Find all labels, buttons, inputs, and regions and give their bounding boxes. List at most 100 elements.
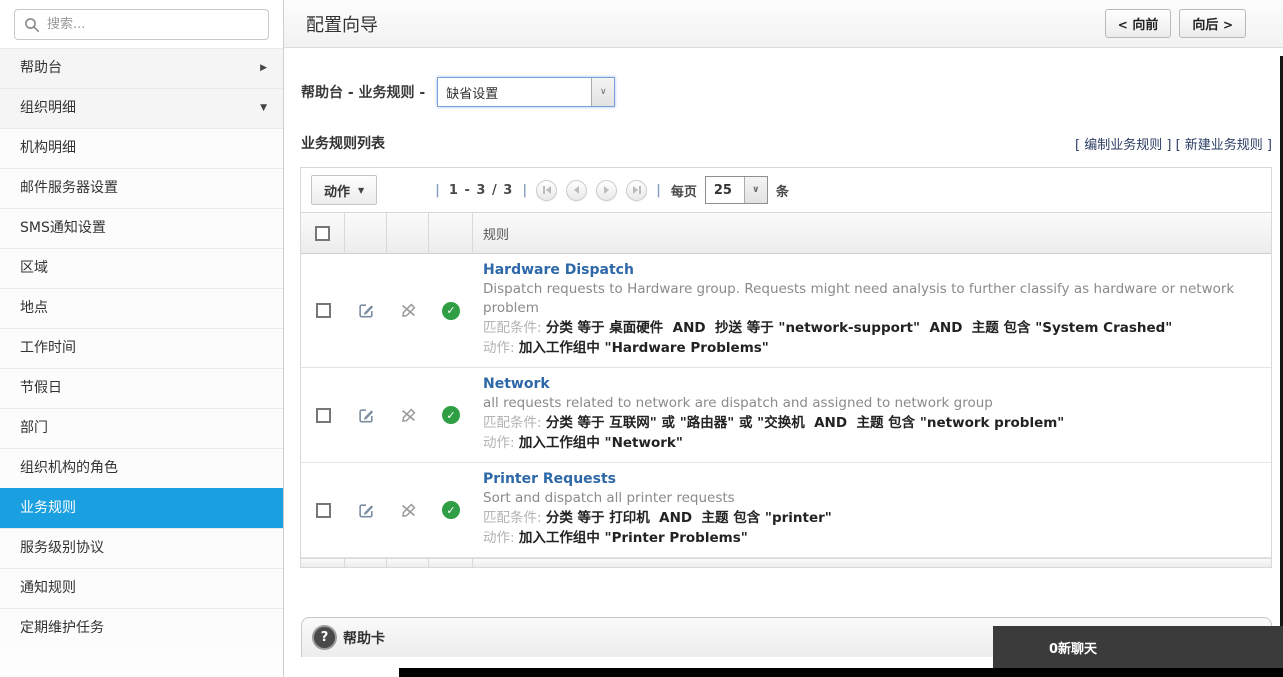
match-criteria: 分类 等于 桌面硬件 AND 抄送 等于 "network-support" A… bbox=[546, 320, 1172, 336]
disable-rule-icon[interactable] bbox=[400, 502, 417, 519]
sidebar-item-holidays[interactable]: 节假日 bbox=[0, 368, 283, 408]
last-page-icon[interactable] bbox=[626, 180, 647, 201]
sidebar-search-area bbox=[0, 0, 283, 48]
search-icon bbox=[24, 17, 40, 33]
chevron-right-icon: ▶ bbox=[260, 49, 267, 88]
rule-column-header: 规则 bbox=[473, 212, 1271, 254]
match-label: 匹配条件: bbox=[483, 510, 542, 526]
row-checkbox[interactable] bbox=[316, 303, 331, 318]
sidebar-nav: 帮助台 ▶ 组织明细 ▼ 机构明细 邮件服务器设置 SMS通知设置 区域 地点 … bbox=[0, 48, 283, 648]
page-title: 配置向导 bbox=[306, 11, 378, 37]
disable-rule-icon[interactable] bbox=[400, 407, 417, 424]
sidebar-item-region[interactable]: 区域 bbox=[0, 248, 283, 288]
chevron-down-icon: ▼ bbox=[260, 89, 267, 128]
help-card-title: 帮助卡 bbox=[343, 628, 385, 648]
breadcrumb-path: 帮助台 - 业务规则 - bbox=[301, 82, 425, 102]
chevron-left-icon: < bbox=[1118, 18, 1128, 32]
sidebar-item-sla[interactable]: 服务级别协议 bbox=[0, 528, 283, 568]
chat-bar[interactable]: 0新聊天 bbox=[993, 626, 1283, 668]
sidebar-item-org-roles[interactable]: 组织机构的角色 bbox=[0, 448, 283, 488]
rule-description: all requests related to network are disp… bbox=[483, 394, 1261, 413]
next-page-icon[interactable] bbox=[596, 180, 617, 201]
row-checkbox[interactable] bbox=[316, 503, 331, 518]
bottom-black-bar bbox=[399, 668, 1283, 677]
table-row: ✓ Printer Requests Sort and dispatch all… bbox=[301, 463, 1271, 558]
sidebar-item-preventive-maintenance[interactable]: 定期维护任务 bbox=[0, 608, 283, 648]
settings-sidebar: 帮助台 ▶ 组织明细 ▼ 机构明细 邮件服务器设置 SMS通知设置 区域 地点 … bbox=[0, 0, 284, 677]
match-criteria: 分类 等于 互联网" 或 "路由器" 或 "交换机 AND 主题 包含 "net… bbox=[546, 415, 1064, 431]
edit-rule-icon[interactable] bbox=[358, 302, 375, 319]
rule-action: 加入工作组中 "Network" bbox=[519, 435, 683, 451]
sidebar-item-helpdesk[interactable]: 帮助台 ▶ bbox=[0, 48, 283, 88]
sidebar-item-mail-server[interactable]: 邮件服务器设置 bbox=[0, 168, 283, 208]
per-page-unit: 条 bbox=[776, 181, 789, 200]
per-page-control: 每页 25 ∨ 条 bbox=[671, 176, 789, 204]
sidebar-item-sms-settings[interactable]: SMS通知设置 bbox=[0, 208, 283, 248]
back-button[interactable]: < 向前 bbox=[1105, 9, 1172, 38]
list-section-header: 业务规则列表 [ 编制业务规则 ] [ 新建业务规则 ] bbox=[301, 133, 1272, 153]
chevron-right-icon: > bbox=[1223, 18, 1233, 32]
sidebar-item-site[interactable]: 地点 bbox=[0, 288, 283, 328]
previous-page-icon[interactable] bbox=[566, 180, 587, 201]
edit-rule-icon[interactable] bbox=[358, 502, 375, 519]
disable-rule-icon[interactable] bbox=[400, 302, 417, 319]
action-label: 动作: bbox=[483, 530, 515, 546]
search-input[interactable] bbox=[15, 10, 268, 39]
rule-title-link[interactable]: Printer Requests bbox=[483, 471, 616, 487]
list-links: [ 编制业务规则 ] [ 新建业务规则 ] bbox=[1075, 134, 1272, 153]
rule-action: 加入工作组中 "Hardware Problems" bbox=[519, 340, 769, 356]
page-range: 1 - 3 / 3 bbox=[449, 183, 513, 198]
table-footer-strip bbox=[301, 558, 1271, 567]
content-area: 帮助台 - 业务规则 - 缺省设置 ∨ 业务规则列表 [ 编制业务规则 ] [ … bbox=[284, 77, 1283, 657]
forward-button[interactable]: 向后 > bbox=[1179, 9, 1246, 38]
match-label: 匹配条件: bbox=[483, 320, 542, 336]
match-label: 匹配条件: bbox=[483, 415, 542, 431]
sidebar-item-notification-rules[interactable]: 通知规则 bbox=[0, 568, 283, 608]
app-window: 帮助台 ▶ 组织明细 ▼ 机构明细 邮件服务器设置 SMS通知设置 区域 地点 … bbox=[0, 0, 1283, 677]
pagination: | 1 - 3 / 3 | | bbox=[435, 180, 661, 201]
sidebar-item-business-rules[interactable]: 业务规则 bbox=[0, 488, 283, 528]
rule-action: 加入工作组中 "Printer Problems" bbox=[519, 530, 748, 546]
per-page-select[interactable]: 25 ∨ bbox=[705, 176, 768, 204]
action-label: 动作: bbox=[483, 340, 515, 356]
search-box bbox=[14, 9, 269, 40]
rule-description: Sort and dispatch all printer requests bbox=[483, 489, 1261, 508]
sidebar-item-department[interactable]: 部门 bbox=[0, 408, 283, 448]
help-question-icon: ? bbox=[314, 627, 335, 648]
rule-title-link[interactable]: Network bbox=[483, 376, 550, 392]
rule-set-select[interactable]: 缺省设置 ∨ bbox=[437, 77, 615, 107]
per-page-label: 每页 bbox=[671, 181, 697, 200]
chevron-down-icon: ∨ bbox=[591, 78, 614, 106]
table-row: ✓ Network all requests related to networ… bbox=[301, 368, 1271, 463]
new-rule-link[interactable]: [ 新建业务规则 ] bbox=[1176, 138, 1272, 153]
breadcrumb: 帮助台 - 业务规则 - 缺省设置 ∨ bbox=[301, 77, 1272, 107]
enabled-status-icon[interactable]: ✓ bbox=[442, 302, 460, 320]
sidebar-item-label: 组织明细 bbox=[20, 100, 76, 116]
table-row: ✓ Hardware Dispatch Dispatch requests to… bbox=[301, 254, 1271, 368]
rule-set-selected-value: 缺省设置 bbox=[438, 83, 591, 102]
select-all-checkbox[interactable] bbox=[315, 226, 330, 241]
enabled-status-icon[interactable]: ✓ bbox=[442, 501, 460, 519]
sidebar-item-org-detail[interactable]: 机构明细 bbox=[0, 128, 283, 168]
match-criteria: 分类 等于 打印机 AND 主题 包含 "printer" bbox=[546, 510, 832, 526]
action-label: 动作: bbox=[483, 435, 515, 451]
edit-rule-icon[interactable] bbox=[358, 407, 375, 424]
table-header-row: 规则 bbox=[301, 212, 1271, 254]
first-page-icon[interactable] bbox=[536, 180, 557, 201]
enabled-status-icon[interactable]: ✓ bbox=[442, 406, 460, 424]
wizard-nav-buttons: < 向前 向后 > bbox=[1105, 9, 1246, 38]
rule-description: Dispatch requests to Hardware group. Req… bbox=[483, 280, 1261, 318]
sidebar-item-operational-hours[interactable]: 工作时间 bbox=[0, 328, 283, 368]
rule-title-link[interactable]: Hardware Dispatch bbox=[483, 262, 634, 278]
main-panel: 配置向导 < 向前 向后 > 帮助台 - 业务规则 - 缺省设置 ∨ 业务规则列… bbox=[284, 0, 1283, 677]
sidebar-item-org-details-group[interactable]: 组织明细 ▼ bbox=[0, 88, 283, 128]
actions-dropdown-button[interactable]: 动作 ▼ bbox=[311, 175, 377, 205]
chevron-down-icon: ∨ bbox=[744, 177, 767, 203]
organize-rules-link[interactable]: [ 编制业务规则 ] bbox=[1075, 138, 1171, 153]
table-toolbar: 动作 ▼ | 1 - 3 / 3 | | 每页 bbox=[301, 168, 1271, 212]
page-header: 配置向导 < 向前 向后 > bbox=[284, 0, 1283, 48]
list-title: 业务规则列表 bbox=[301, 133, 385, 153]
caret-down-icon: ▼ bbox=[358, 186, 364, 195]
per-page-value: 25 bbox=[706, 183, 744, 198]
row-checkbox[interactable] bbox=[316, 408, 331, 423]
